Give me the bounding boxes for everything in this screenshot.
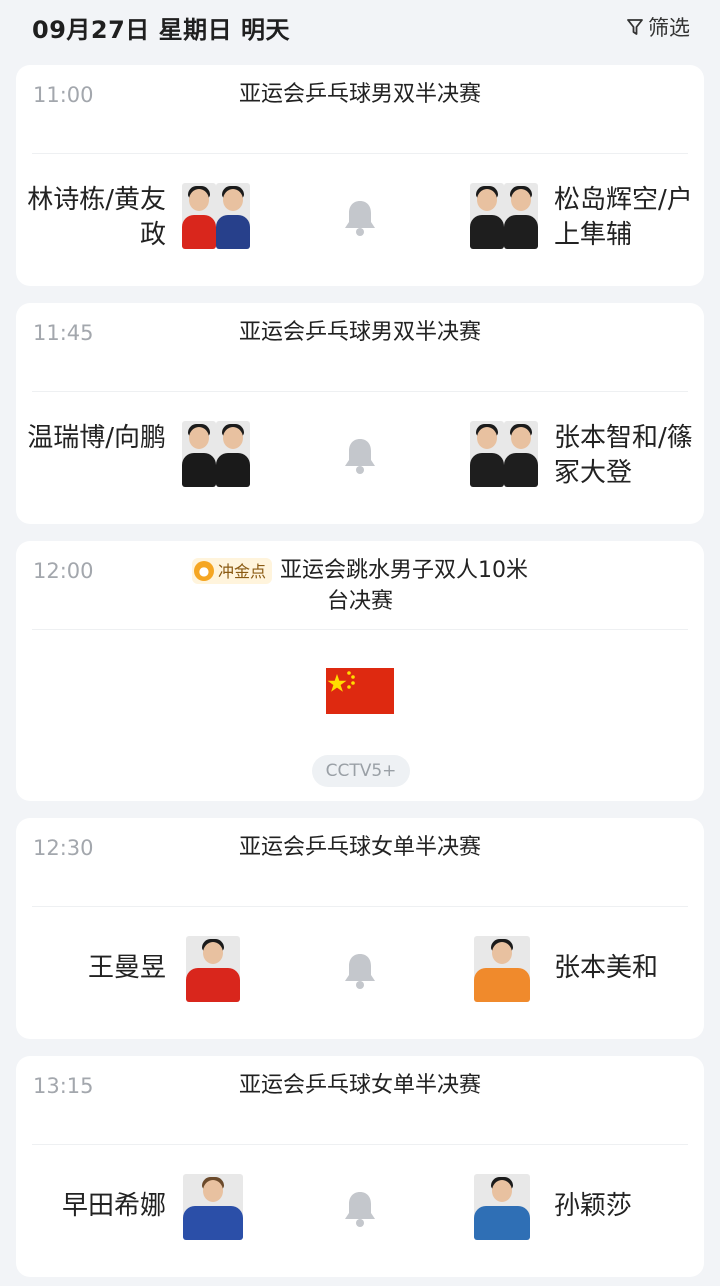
bell-icon[interactable] bbox=[342, 436, 378, 476]
match-card[interactable]: 12:00 ● 冲金点 亚运会跳水男子双人10米台决赛 CCTV5+ bbox=[16, 541, 704, 801]
date-header: 09月27日 星期日 明天 筛选 bbox=[0, 0, 720, 56]
match-card[interactable]: 11:45 亚运会乒乓球男双半决赛 温瑞博/向鹏 张本智和/篠冢大登 bbox=[16, 303, 704, 524]
match-time: 12:00 bbox=[33, 559, 94, 583]
date-title: 09月27日 星期日 明天 bbox=[32, 16, 291, 44]
right-player-name: 张本美和 bbox=[554, 953, 659, 983]
player-photo bbox=[186, 936, 240, 1002]
left-player-name: 温瑞博/向鹏 bbox=[27, 423, 166, 453]
match-time: 13:15 bbox=[33, 1074, 94, 1098]
player-photo bbox=[474, 936, 530, 1002]
left-player-name: 王曼昱 bbox=[87, 953, 166, 983]
badge-label: 冲金点 bbox=[217, 561, 266, 581]
player-photo bbox=[470, 421, 504, 487]
match-card[interactable]: 13:15 亚运会乒乓球女单半决赛 早田希娜 孙颖莎 bbox=[16, 1056, 704, 1277]
right-player-name: 张本智和/篠冢大登 bbox=[554, 423, 693, 488]
right-player-name: 松岛辉空/户上隼辅 bbox=[554, 185, 693, 250]
divider bbox=[32, 629, 688, 630]
player-photo bbox=[182, 421, 216, 487]
match-time: 11:00 bbox=[33, 83, 94, 107]
player-photo bbox=[504, 421, 538, 487]
player-photo bbox=[216, 183, 250, 249]
event-title: 亚运会乒乓球女单半决赛 bbox=[238, 835, 481, 860]
divider bbox=[32, 906, 688, 907]
right-player-name: 孙颖莎 bbox=[554, 1191, 633, 1221]
match-time: 11:45 bbox=[33, 321, 94, 345]
match-card[interactable]: 11:00 亚运会乒乓球男双半决赛 林诗栋/黄友政 松岛辉空/户上隼辅 bbox=[16, 65, 704, 286]
divider bbox=[32, 1144, 688, 1145]
bell-icon[interactable] bbox=[342, 951, 378, 991]
player-photo bbox=[504, 183, 538, 249]
filter-label: 筛选 bbox=[648, 16, 690, 40]
filter-button[interactable]: 筛选 bbox=[626, 12, 690, 42]
china-flag-icon bbox=[326, 668, 394, 714]
player-photo bbox=[216, 421, 250, 487]
divider bbox=[32, 391, 688, 392]
player-photo bbox=[183, 1174, 243, 1240]
player-photo bbox=[470, 183, 504, 249]
event-title: 亚运会乒乓球男双半决赛 bbox=[238, 320, 481, 345]
bell-icon[interactable] bbox=[342, 1189, 378, 1229]
bell-icon[interactable] bbox=[342, 198, 378, 238]
event-title: 亚运会乒乓球女单半决赛 bbox=[238, 1073, 481, 1098]
event-title: 亚运会乒乓球男双半决赛 bbox=[238, 82, 481, 107]
event-title: ● 冲金点 亚运会跳水男子双人10米台决赛 bbox=[186, 555, 534, 617]
left-player-name: 早田希娜 bbox=[61, 1191, 166, 1221]
left-player-name: 林诗栋/黄友政 bbox=[27, 185, 166, 250]
channel-badge[interactable]: CCTV5+ bbox=[312, 755, 410, 787]
gold-point-badge: ● 冲金点 bbox=[191, 558, 272, 584]
match-card[interactable]: 12:30 亚运会乒乓球女单半决赛 王曼昱 张本美和 bbox=[16, 818, 704, 1039]
divider bbox=[32, 153, 688, 154]
filter-icon bbox=[627, 19, 643, 35]
player-photo bbox=[474, 1174, 530, 1240]
gold-medal-icon: ● bbox=[193, 561, 214, 581]
match-time: 12:30 bbox=[33, 836, 94, 860]
player-photo bbox=[182, 183, 216, 249]
event-text: 亚运会跳水男子双人10米台决赛 bbox=[280, 558, 528, 614]
